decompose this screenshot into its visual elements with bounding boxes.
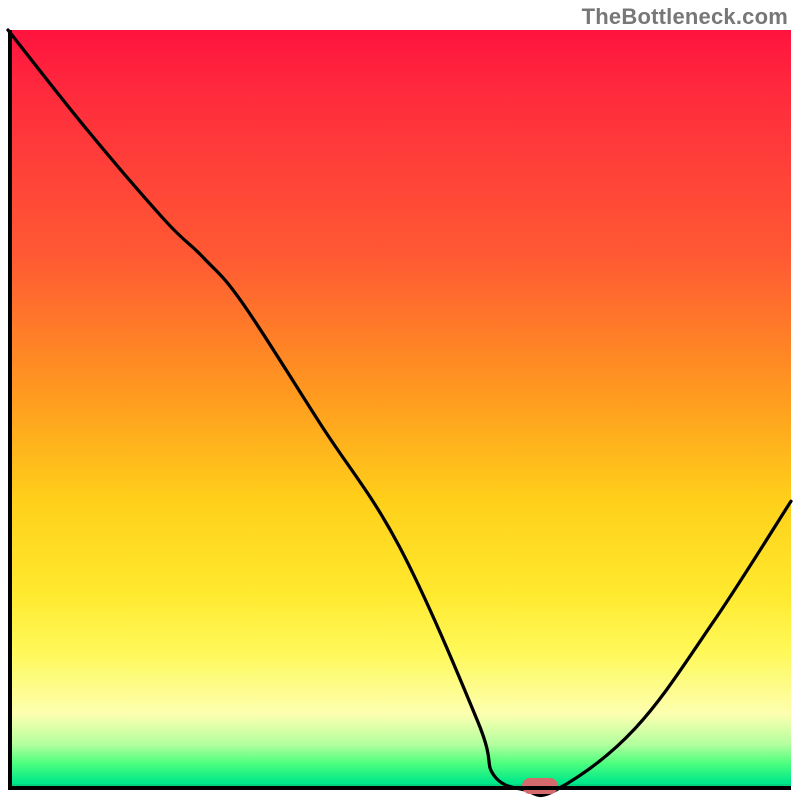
- plot-area: [8, 30, 791, 790]
- bottleneck-curve: [8, 30, 791, 790]
- optimal-marker-pill: [522, 778, 558, 794]
- chart-container: TheBottleneck.com: [0, 0, 800, 800]
- watermark-text: TheBottleneck.com: [582, 4, 788, 30]
